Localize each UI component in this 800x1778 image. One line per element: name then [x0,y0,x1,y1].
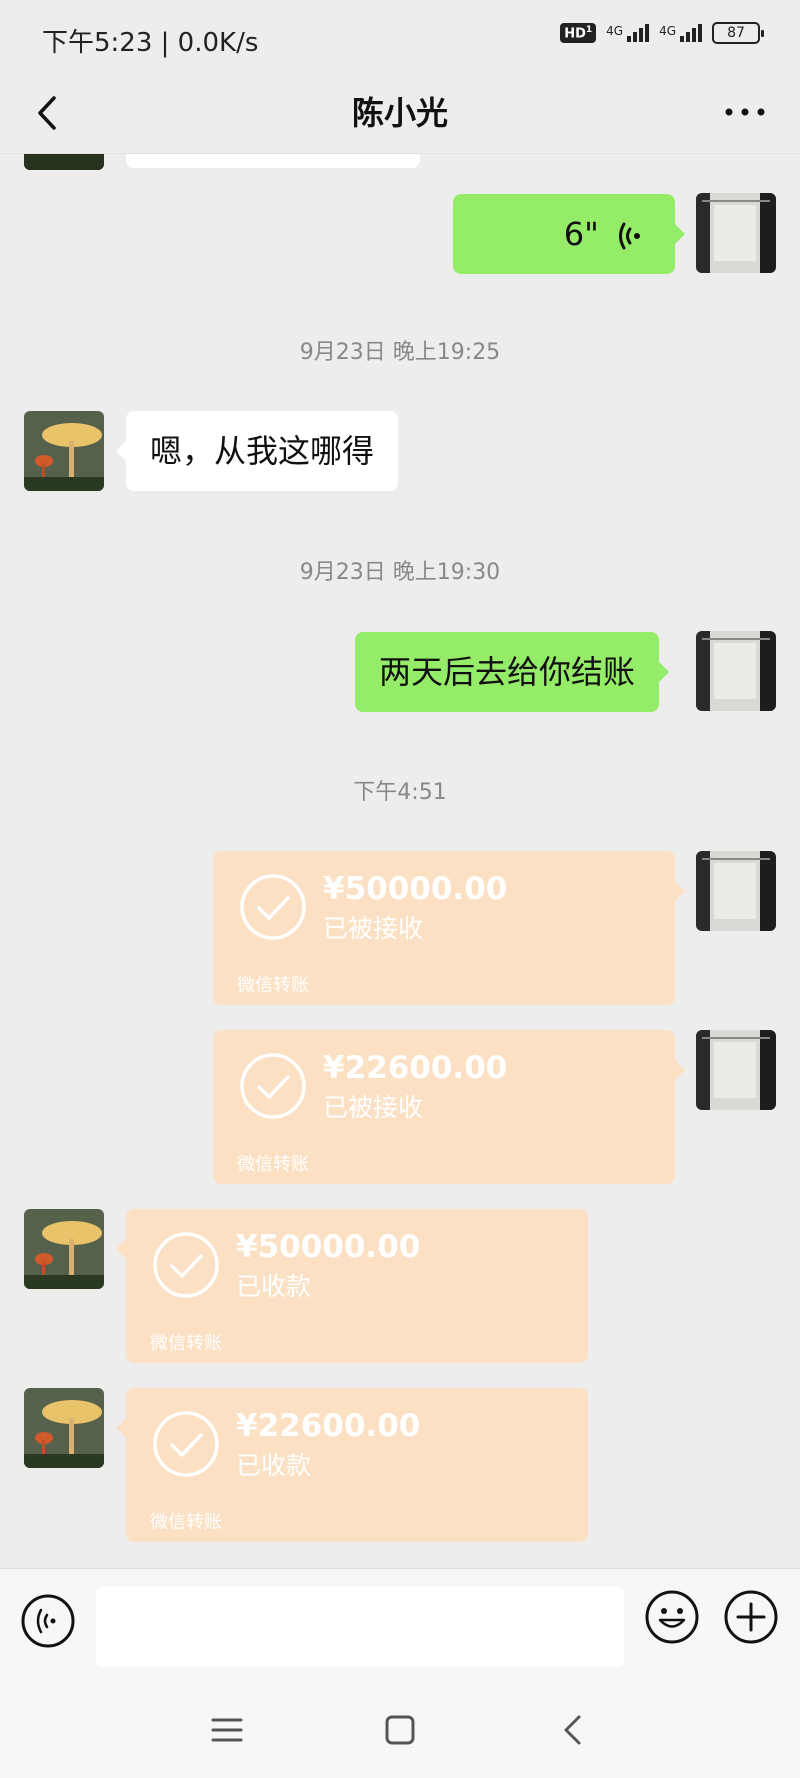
transfer-card[interactable]: ¥50000.00 已收款 微信转账 [116,1209,588,1363]
transfer-status: 已收款 [236,1451,312,1480]
voice-duration: 6" [563,215,599,253]
transfer-label: 微信转账 [150,1333,222,1354]
hd-badge: HD1 [560,22,597,44]
signal-icon-2: 4G [659,24,702,42]
transfer-status: 已被接收 [323,1093,424,1122]
contact-avatar[interactable] [24,154,104,170]
message-input[interactable] [96,1587,624,1667]
voice-wave-icon [619,222,640,250]
status-bar: 下午5:23 | 0.0K/s HD1 4G 4G 87 [0,0,800,74]
more-dots-icon [725,108,765,116]
check-circle-icon [153,1232,219,1298]
transfer-card[interactable]: ¥22600.00 已收款 微信转账 [116,1388,588,1542]
check-circle-icon [240,1053,306,1119]
battery-icon: 87 [712,22,764,44]
check-circle-icon [240,874,306,940]
voice-message-bubble[interactable]: 6" [453,194,685,274]
transfer-status: 已收款 [236,1272,312,1301]
contact-avatar[interactable] [24,411,104,491]
chat-title: 陈小光 [351,94,448,132]
transfer-amount: ¥50000.00 [236,1229,421,1265]
my-avatar[interactable] [696,193,776,273]
system-navigation-bar [0,1684,800,1778]
transfer-amount: ¥22600.00 [323,1050,508,1086]
system-back-button[interactable] [553,1710,593,1750]
contact-avatar[interactable] [24,1388,104,1468]
menu-icon [211,1718,243,1742]
received-text-bubble[interactable]: 嗯，从我这哪得 [115,411,399,491]
message-timestamp: 9月23日 晚上19:25 [299,340,501,365]
transfer-label: 微信转账 [150,1512,222,1533]
emoji-button[interactable] [644,1589,700,1645]
signal-icon: 4G [606,24,650,42]
my-avatar[interactable] [696,631,776,711]
more-button[interactable] [720,92,770,132]
message-timestamp: 下午4:51 [353,780,447,805]
home-button[interactable] [380,1710,420,1750]
message-text: 嗯，从我这哪得 [150,432,375,470]
home-square-icon [385,1715,415,1745]
message-text: 两天后去给你结账 [379,653,636,691]
input-bar [0,1568,800,1684]
sent-text-bubble[interactable]: 两天后去给你结账 [355,632,670,712]
status-icons: HD1 4G 4G 87 [560,22,764,44]
contact-avatar[interactable] [24,1209,104,1289]
transfer-amount: ¥50000.00 [323,871,508,907]
menu-button[interactable] [207,1710,247,1750]
chat-area[interactable]: 6" 9月23日 晚上19:25 嗯，从我这哪得 9月23日 晚上19:30 两… [0,154,800,1568]
voice-input-button[interactable] [20,1593,76,1649]
message-timestamp: 9月23日 晚上19:30 [299,560,501,585]
check-circle-icon [153,1411,219,1477]
emoji-icon [645,1590,699,1644]
more-functions-button[interactable] [723,1589,779,1645]
plus-icon [724,1590,778,1644]
my-avatar[interactable] [696,1030,776,1110]
partial-message-bubble[interactable] [126,154,420,168]
transfer-label: 微信转账 [237,975,309,996]
transfer-card[interactable]: ¥22600.00 已被接收 微信转账 [213,1030,685,1184]
transfer-amount: ¥22600.00 [236,1408,421,1444]
chat-header: 陈小光 [0,74,800,154]
back-triangle-icon [564,1715,581,1745]
transfer-label: 微信转账 [237,1154,309,1175]
voice-input-icon [21,1594,75,1648]
status-time: 下午5:23 | 0.0K/s [42,28,259,58]
transfer-status: 已被接收 [323,914,424,943]
transfer-card[interactable]: ¥50000.00 已被接收 微信转账 [213,851,685,1005]
my-avatar[interactable] [696,851,776,931]
